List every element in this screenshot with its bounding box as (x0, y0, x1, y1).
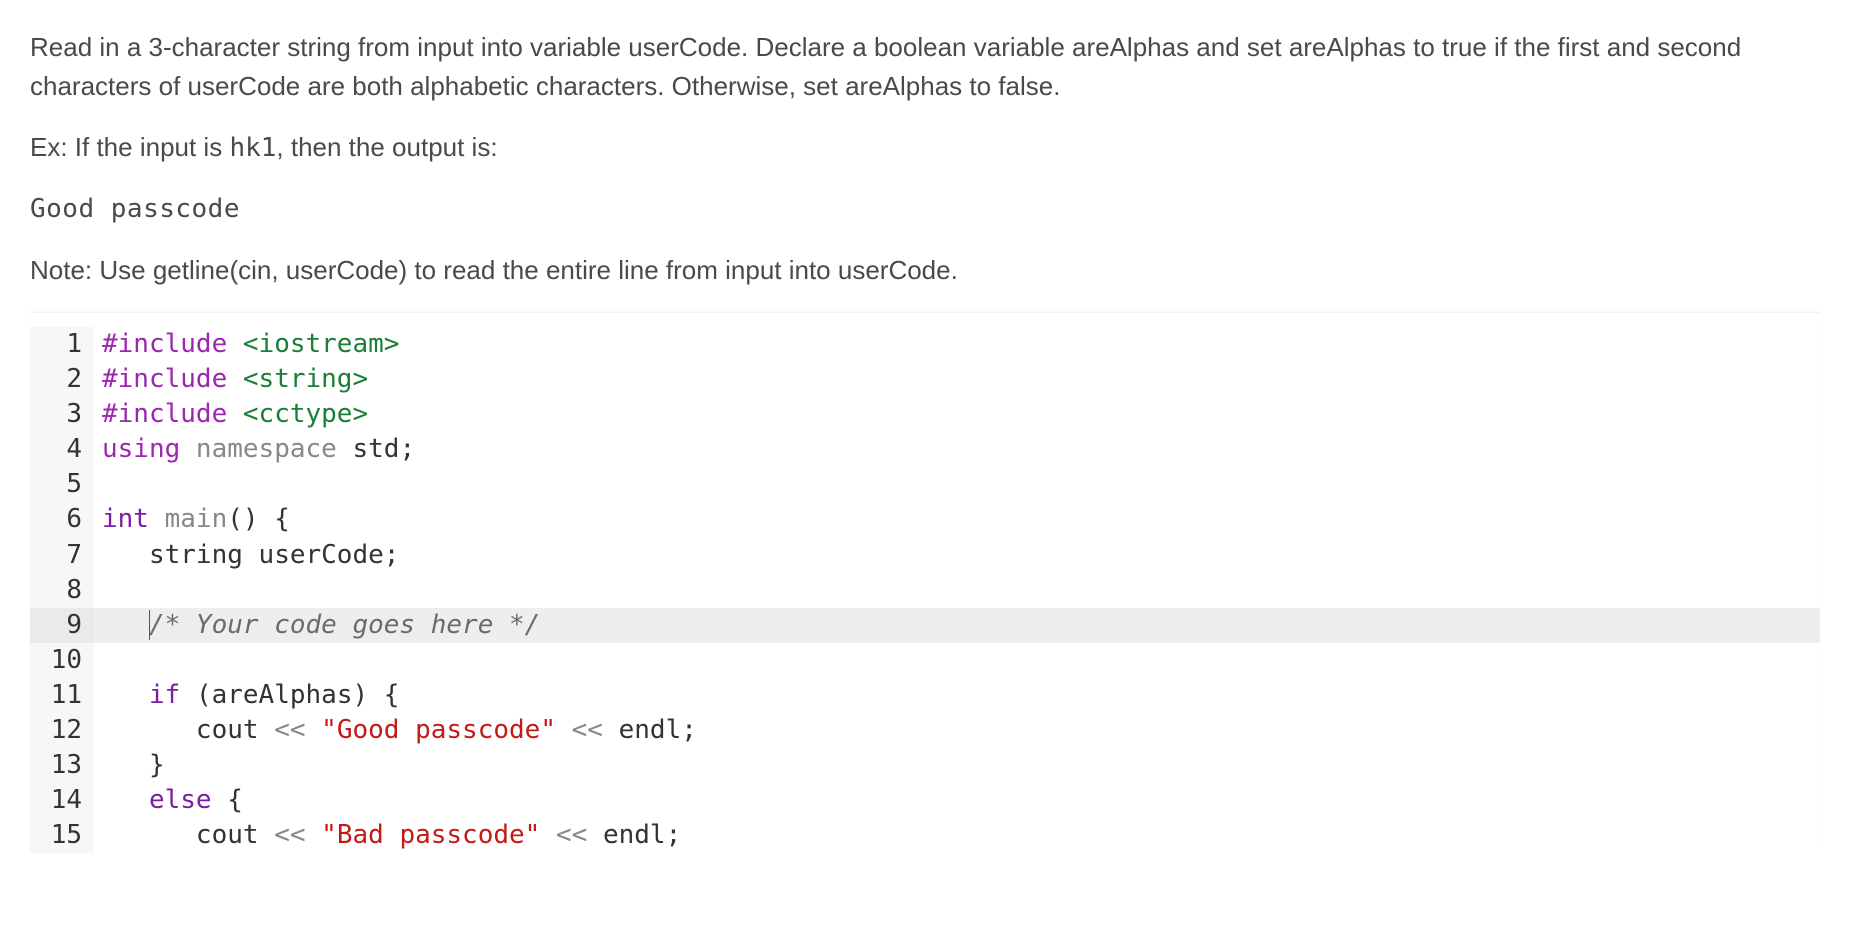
code-token: #include (102, 329, 243, 359)
code-token: cout (196, 715, 274, 745)
code-content[interactable]: #include <iostream> (94, 327, 1820, 362)
code-line[interactable]: 9 /* Your code goes here */ (30, 608, 1820, 643)
code-line[interactable]: 1#include <iostream> (30, 327, 1820, 362)
code-line[interactable]: 8 (30, 573, 1820, 608)
code-line[interactable]: 12 cout << "Good passcode" << endl; (30, 713, 1820, 748)
code-content[interactable]: if (areAlphas) { (94, 678, 1820, 713)
code-token: "Bad passcode" (321, 820, 540, 850)
code-token: <cctype> (243, 399, 368, 429)
code-content[interactable]: string userCode; (94, 538, 1820, 573)
code-content[interactable] (94, 573, 1820, 608)
code-token (102, 820, 196, 850)
code-content[interactable] (94, 467, 1820, 502)
line-number: 14 (30, 783, 94, 818)
code-token: <iostream> (243, 329, 400, 359)
code-token: ; (399, 434, 415, 464)
code-token: #include (102, 399, 243, 429)
code-content[interactable]: #include <string> (94, 362, 1820, 397)
code-content[interactable]: } (94, 748, 1820, 783)
line-number: 7 (30, 538, 94, 573)
code-token: int (102, 504, 165, 534)
code-editor-lines[interactable]: 1#include <iostream>2#include <string>3#… (30, 313, 1820, 853)
page-root: Read in a 3-character string from input … (0, 0, 1850, 853)
problem-statement: Read in a 3-character string from input … (30, 28, 1820, 290)
code-content[interactable]: cout << "Good passcode" << endl; (94, 713, 1820, 748)
code-line[interactable]: 2#include <string> (30, 362, 1820, 397)
code-token: cout (196, 820, 274, 850)
code-token: <string> (243, 364, 368, 394)
code-token: /* Your code goes here */ (149, 610, 540, 640)
code-content[interactable]: cout << "Bad passcode" << endl; (94, 818, 1820, 853)
code-token: if (149, 680, 196, 710)
code-line[interactable]: 4using namespace std; (30, 432, 1820, 467)
code-token: (areAlphas) { (196, 680, 400, 710)
example-output: Good passcode (30, 190, 1820, 229)
code-content[interactable]: else { (94, 783, 1820, 818)
line-number: 2 (30, 362, 94, 397)
example-prefix: Ex: If the input is (30, 132, 229, 162)
code-token (102, 785, 149, 815)
code-token: << (540, 820, 603, 850)
line-number: 9 (30, 608, 94, 643)
code-line[interactable]: 14 else { (30, 783, 1820, 818)
code-line[interactable]: 13 } (30, 748, 1820, 783)
code-line[interactable]: 7 string userCode; (30, 538, 1820, 573)
code-token: } (149, 750, 165, 780)
line-number: 15 (30, 818, 94, 853)
example-line: Ex: If the input is hk1, then the output… (30, 128, 1820, 168)
code-token (102, 680, 149, 710)
code-token: main (165, 504, 228, 534)
code-token (102, 715, 196, 745)
code-token: using (102, 434, 196, 464)
example-input: hk1 (229, 133, 276, 163)
code-token: endl; (603, 820, 681, 850)
code-token: string userCode; (149, 540, 399, 570)
code-token: << (274, 715, 321, 745)
line-number: 3 (30, 397, 94, 432)
code-line[interactable]: 3#include <cctype> (30, 397, 1820, 432)
line-number: 11 (30, 678, 94, 713)
code-line[interactable]: 6int main() { (30, 502, 1820, 537)
problem-note: Note: Use getline(cin, userCode) to read… (30, 251, 1820, 290)
code-token (102, 610, 149, 640)
code-content[interactable]: /* Your code goes here */ (94, 608, 1820, 643)
code-token: "Good passcode" (321, 715, 556, 745)
code-token: << (274, 820, 321, 850)
code-token: endl; (619, 715, 697, 745)
example-suffix: , then the output is: (276, 132, 497, 162)
code-content[interactable]: int main() { (94, 502, 1820, 537)
code-token: namespace (196, 434, 353, 464)
line-number: 13 (30, 748, 94, 783)
line-number: 10 (30, 643, 94, 678)
code-line[interactable]: 5 (30, 467, 1820, 502)
code-token (102, 750, 149, 780)
code-token: << (556, 715, 619, 745)
line-number: 12 (30, 713, 94, 748)
line-number: 6 (30, 502, 94, 537)
code-content[interactable]: #include <cctype> (94, 397, 1820, 432)
problem-description: Read in a 3-character string from input … (30, 28, 1820, 106)
code-token: else (149, 785, 227, 815)
code-content[interactable] (94, 643, 1820, 678)
line-number: 5 (30, 467, 94, 502)
code-editor[interactable]: 1#include <iostream>2#include <string>3#… (30, 312, 1820, 853)
code-line[interactable]: 11 if (areAlphas) { (30, 678, 1820, 713)
line-number: 1 (30, 327, 94, 362)
code-token: #include (102, 364, 243, 394)
code-token (102, 540, 149, 570)
code-token: { (227, 785, 243, 815)
code-line[interactable]: 15 cout << "Bad passcode" << endl; (30, 818, 1820, 853)
code-token: std (352, 434, 399, 464)
line-number: 8 (30, 573, 94, 608)
code-line[interactable]: 10 (30, 643, 1820, 678)
line-number: 4 (30, 432, 94, 467)
code-token: () { (227, 504, 290, 534)
code-content[interactable]: using namespace std; (94, 432, 1820, 467)
